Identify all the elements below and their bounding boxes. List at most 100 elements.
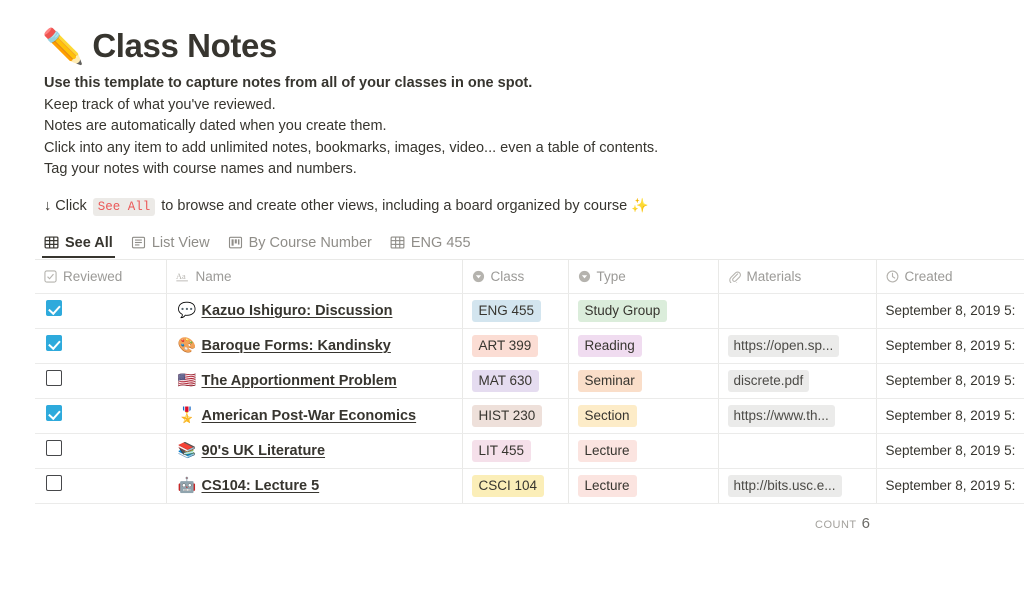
- count-footer: Count 6: [35, 504, 876, 532]
- artist-palette-emoji: 🎨: [178, 338, 195, 353]
- us-flag-emoji: 🇺🇸: [178, 373, 195, 388]
- cell-materials: https://open.sp...: [718, 328, 876, 363]
- type-tag[interactable]: Section: [578, 405, 637, 427]
- column-header-type[interactable]: Type: [568, 259, 718, 293]
- reviewed-checkbox[interactable]: [46, 335, 62, 351]
- material-link[interactable]: https://open.sp...: [728, 335, 840, 357]
- reviewed-checkbox[interactable]: [46, 370, 62, 386]
- count-label: Count: [815, 519, 857, 531]
- cell-created: September 8, 2019 5:: [876, 433, 1024, 468]
- created-date: September 8, 2019 5:: [886, 478, 1016, 493]
- sparkles-emoji: ✨: [631, 197, 648, 213]
- description-line: Use this template to capture notes from …: [44, 73, 1024, 95]
- cell-created: September 8, 2019 5:: [876, 363, 1024, 398]
- cell-type: Study Group: [568, 293, 718, 328]
- created-date: September 8, 2019 5:: [886, 373, 1016, 388]
- database-table: Reviewed Aa Name: [35, 259, 1024, 504]
- tab-list-view[interactable]: List View: [131, 235, 210, 258]
- cell-name: 🎖️ American Post-War Economics: [166, 398, 462, 433]
- class-tag[interactable]: ART 399: [472, 335, 539, 357]
- column-header-reviewed[interactable]: Reviewed: [35, 259, 166, 293]
- select-icon: [578, 270, 591, 283]
- checkbox-icon: [44, 270, 57, 283]
- type-tag[interactable]: Study Group: [578, 300, 668, 322]
- speech-balloon-emoji: 💬: [178, 303, 195, 318]
- cell-reviewed: [35, 328, 166, 363]
- cell-created: September 8, 2019 5:: [876, 328, 1024, 363]
- cell-materials: https://www.th...: [718, 398, 876, 433]
- cell-created: September 8, 2019 5:: [876, 398, 1024, 433]
- cell-type: Lecture: [568, 433, 718, 468]
- tab-label: ENG 455: [411, 235, 471, 251]
- database-table-wrapper: Reviewed Aa Name: [35, 259, 1024, 504]
- column-header-materials[interactable]: Materials: [718, 259, 876, 293]
- count-value[interactable]: 6: [862, 515, 870, 532]
- description-line: Click into any item to add unlimited not…: [44, 138, 1024, 160]
- cell-name: 📚90's UK Literature: [166, 433, 462, 468]
- tab-label: By Course Number: [249, 235, 372, 251]
- column-header-name[interactable]: Aa Name: [166, 259, 462, 293]
- column-header-label: Created: [905, 269, 953, 284]
- reviewed-checkbox[interactable]: [46, 405, 62, 421]
- board-icon: [228, 235, 243, 250]
- cell-class: MAT 630: [462, 363, 568, 398]
- column-header-label: Name: [196, 269, 232, 284]
- table-header-row: Reviewed Aa Name: [35, 259, 1024, 293]
- material-link[interactable]: http://bits.usc.e...: [728, 475, 842, 497]
- class-tag[interactable]: MAT 630: [472, 370, 540, 392]
- material-link[interactable]: discrete.pdf: [728, 370, 810, 392]
- column-header-label: Materials: [747, 269, 802, 284]
- cell-class: HIST 230: [462, 398, 568, 433]
- cell-reviewed: [35, 293, 166, 328]
- reviewed-checkbox[interactable]: [46, 475, 62, 491]
- tab-by-course-number[interactable]: By Course Number: [228, 235, 372, 258]
- description-line: Tag your notes with course names and num…: [44, 159, 1024, 181]
- column-header-class[interactable]: Class: [462, 259, 568, 293]
- reviewed-checkbox[interactable]: [46, 300, 62, 316]
- robot-emoji: 🤖: [178, 478, 195, 493]
- see-all-callout: ↓ Click See All to browse and create oth…: [0, 181, 1024, 218]
- type-tag[interactable]: Lecture: [578, 440, 637, 462]
- note-title-link[interactable]: Baroque Forms: Kandinsky: [202, 338, 391, 354]
- column-header-created[interactable]: Created: [876, 259, 1024, 293]
- table-row: 🎖️ American Post-War Economics HIST 230 Sec…: [35, 398, 1024, 433]
- class-tag[interactable]: CSCI 104: [472, 475, 545, 497]
- military-medal-emoji: 🎖️: [178, 408, 195, 423]
- class-tag[interactable]: ENG 455: [472, 300, 542, 322]
- note-title-link[interactable]: 90's UK Literature: [202, 443, 326, 459]
- cell-name: 🤖 CS104: Lecture 5: [166, 468, 462, 503]
- created-date: September 8, 2019 5:: [886, 338, 1016, 353]
- description-line: Keep track of what you've reviewed.: [44, 95, 1024, 117]
- cell-name: 💬 Kazuo Ishiguro: Discussion: [166, 293, 462, 328]
- reviewed-checkbox[interactable]: [46, 440, 62, 456]
- select-icon: [472, 270, 485, 283]
- column-header-label: Type: [597, 269, 626, 284]
- type-tag[interactable]: Lecture: [578, 475, 637, 497]
- table-row: 🤖 CS104: Lecture 5 CSCI 104 Lecture http://b…: [35, 468, 1024, 503]
- cell-materials: [718, 433, 876, 468]
- description-line: Notes are automatically dated when you c…: [44, 116, 1024, 138]
- tab-see-all[interactable]: See All: [44, 235, 113, 258]
- cell-class: LIT 455: [462, 433, 568, 468]
- material-link[interactable]: https://www.th...: [728, 405, 835, 427]
- type-tag[interactable]: Reading: [578, 335, 642, 357]
- see-all-code-chip[interactable]: See All: [93, 198, 156, 216]
- callout-suffix: to browse and create other views, includ…: [161, 198, 627, 214]
- cell-type: Lecture: [568, 468, 718, 503]
- clock-icon: [886, 270, 899, 283]
- class-notes-page: ✏️ Class Notes Use this template to capt…: [0, 0, 1024, 600]
- class-tag[interactable]: LIT 455: [472, 440, 532, 462]
- cell-reviewed: [35, 468, 166, 503]
- cell-created: September 8, 2019 5:: [876, 468, 1024, 503]
- note-title-link[interactable]: CS104: Lecture 5: [202, 478, 320, 494]
- cell-reviewed: [35, 363, 166, 398]
- cell-materials: discrete.pdf: [718, 363, 876, 398]
- note-title-link[interactable]: The Apportionment Problem: [202, 373, 397, 389]
- note-title-link[interactable]: Kazuo Ishiguro: Discussion: [202, 303, 393, 319]
- note-title-link[interactable]: American Post-War Economics: [202, 408, 417, 424]
- tab-eng-455[interactable]: ENG 455: [390, 235, 471, 258]
- type-tag[interactable]: Seminar: [578, 370, 642, 392]
- class-tag[interactable]: HIST 230: [472, 405, 543, 427]
- page-description: Use this template to capture notes from …: [0, 64, 1024, 181]
- tab-label: List View: [152, 235, 210, 251]
